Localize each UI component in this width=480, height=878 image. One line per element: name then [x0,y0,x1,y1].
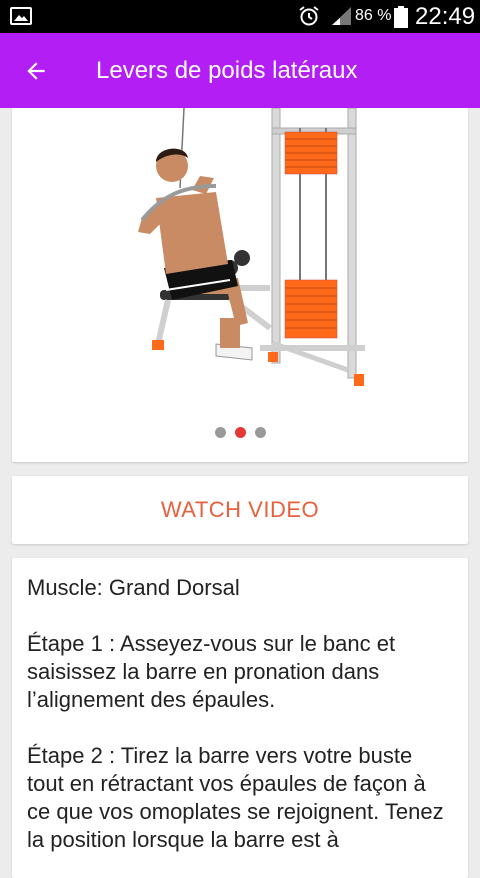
exercise-illustration[interactable] [120,108,370,398]
watch-video-button[interactable]: WATCH VIDEO [12,476,468,544]
back-button[interactable] [14,51,58,91]
exercise-description-card: Muscle: Grand Dorsal Étape 1 : Asseyez-v… [12,558,468,878]
signal-icon [332,7,351,25]
carousel-dot[interactable] [214,427,226,438]
carousel-dot-active[interactable] [234,427,246,438]
muscle-text: Muscle: Grand Dorsal [27,575,240,600]
clock: 22:49 [415,3,476,30]
app-bar: Levers de poids latéraux [0,33,480,108]
status-bar: 86 % 22:49 [0,0,480,33]
image-notification-icon [10,7,32,25]
alarm-icon [299,6,319,26]
carousel-dot[interactable] [254,427,266,438]
exercise-image-card[interactable] [12,108,468,462]
watch-video-label: WATCH VIDEO [160,497,320,522]
carousel-indicator [12,427,468,438]
battery-percent: 86 % [355,7,392,24]
step-2-text: Étape 2 : Tirez la barre vers votre bust… [27,743,444,852]
battery-icon [394,6,408,28]
arrow-left-icon [27,62,45,80]
step-1-text: Étape 1 : Asseyez-vous sur le banc et sa… [27,631,396,712]
page-title: Levers de poids latéraux [96,57,358,84]
